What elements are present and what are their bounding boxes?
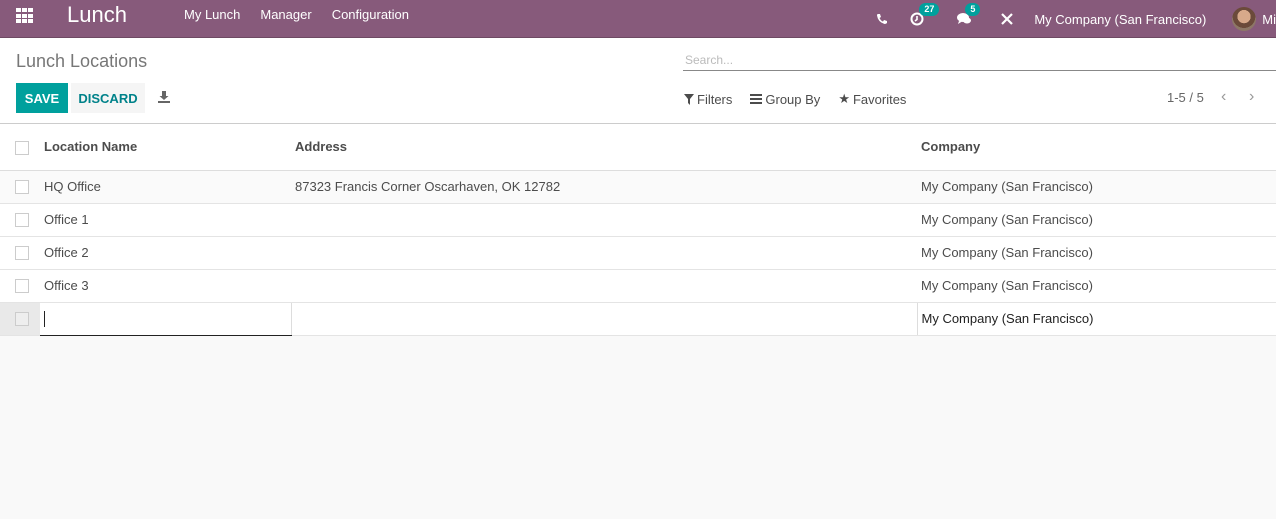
cell-address[interactable] — [291, 269, 917, 303]
apps-grid-icon[interactable] — [16, 8, 34, 24]
cell-company[interactable]: My Company (San Francisco) — [917, 236, 1276, 270]
column-header-location-name[interactable]: Location Name — [40, 124, 291, 171]
table-row[interactable]: HQ Office 87323 Francis Corner Oscarhave… — [0, 170, 1276, 204]
location-name-input-cell[interactable] — [40, 302, 291, 336]
activity-button[interactable]: 27 — [910, 3, 940, 26]
cell-location-name[interactable]: Office 2 — [40, 236, 291, 270]
menu-manager[interactable]: Manager — [260, 7, 311, 22]
row-checkbox[interactable] — [15, 279, 29, 294]
column-header-address[interactable]: Address — [291, 124, 917, 171]
activity-count-badge: 27 — [919, 3, 940, 16]
debug-button[interactable] — [1000, 12, 1014, 26]
cell-location-name[interactable]: HQ Office — [40, 170, 291, 204]
phone-icon — [877, 14, 888, 24]
control-panel: Lunch Locations SAVE DISCARD Filters Gro… — [0, 38, 1276, 124]
menu-my-lunch[interactable]: My Lunch — [184, 7, 240, 22]
company-input-cell[interactable]: My Company (San Francisco) — [917, 302, 1276, 336]
list-view: Location Name Address Company HQ Office … — [0, 124, 1276, 336]
cell-address[interactable] — [291, 203, 917, 237]
phone-button[interactable] — [876, 13, 888, 25]
tools-icon — [1001, 13, 1014, 25]
user-menu[interactable]: Mi — [1232, 7, 1276, 31]
table-row[interactable]: Office 3 My Company (San Francisco) — [0, 269, 1276, 303]
row-checkbox[interactable] — [15, 246, 29, 261]
discard-button[interactable]: DISCARD — [71, 83, 145, 113]
text-cursor — [44, 310, 45, 327]
cell-address[interactable]: 87323 Francis Corner Oscarhaven, OK 1278… — [291, 170, 917, 204]
cell-location-name[interactable]: Office 3 — [40, 269, 291, 303]
bars-icon — [750, 94, 763, 104]
breadcrumb: Lunch Locations — [16, 51, 148, 71]
top-navbar: Lunch My Lunch Manager Configuration 27 … — [0, 0, 1276, 38]
messages-count-badge: 5 — [965, 3, 981, 16]
table-row[interactable]: Office 1 My Company (San Francisco) — [0, 203, 1276, 237]
pager-value[interactable]: 1-5 / 5 — [1167, 90, 1204, 105]
column-header-company[interactable]: Company — [917, 124, 1276, 171]
app-brand[interactable]: Lunch — [67, 2, 127, 28]
search-input[interactable] — [683, 50, 1276, 71]
avatar — [1232, 7, 1257, 31]
main-menu: My Lunch Manager Configuration — [184, 7, 409, 22]
address-input-cell[interactable] — [290, 302, 918, 336]
save-button[interactable]: SAVE — [16, 83, 68, 113]
user-name: Mi — [1262, 11, 1276, 27]
row-checkbox[interactable] — [15, 312, 29, 327]
pager-previous-icon[interactable]: ‹ — [1221, 88, 1226, 106]
company-switcher[interactable]: My Company (San Francisco) — [1034, 12, 1206, 27]
filter-icon — [684, 93, 694, 105]
groupby-button[interactable]: Group By — [750, 91, 820, 107]
cell-address[interactable] — [291, 236, 917, 270]
filters-button[interactable]: Filters — [684, 91, 732, 107]
row-checkbox[interactable] — [15, 180, 29, 195]
menu-configuration[interactable]: Configuration — [332, 7, 409, 22]
download-icon[interactable] — [158, 91, 170, 103]
table-row[interactable]: Office 2 My Company (San Francisco) — [0, 236, 1276, 270]
star-icon: ★ — [838, 91, 850, 106]
pager-next-icon[interactable]: › — [1249, 88, 1254, 106]
new-record-row[interactable]: My Company (San Francisco) — [0, 302, 1276, 336]
row-checkbox[interactable] — [15, 213, 29, 228]
table-header: Location Name Address Company — [0, 124, 1276, 171]
favorites-button[interactable]: ★ Favorites — [838, 91, 906, 107]
search-options: Filters Group By ★ Favorites — [684, 91, 906, 107]
systray: 27 5 My Company (San Francisco) Mi — [876, 0, 1276, 38]
cell-company[interactable]: My Company (San Francisco) — [917, 203, 1276, 237]
cell-company[interactable]: My Company (San Francisco) — [917, 269, 1276, 303]
messages-button[interactable]: 5 — [956, 3, 981, 26]
cell-company[interactable]: My Company (San Francisco) — [917, 170, 1276, 204]
cell-location-name[interactable]: Office 1 — [40, 203, 291, 237]
select-all-checkbox[interactable] — [15, 140, 29, 155]
locations-table: Location Name Address Company HQ Office … — [0, 124, 1276, 336]
